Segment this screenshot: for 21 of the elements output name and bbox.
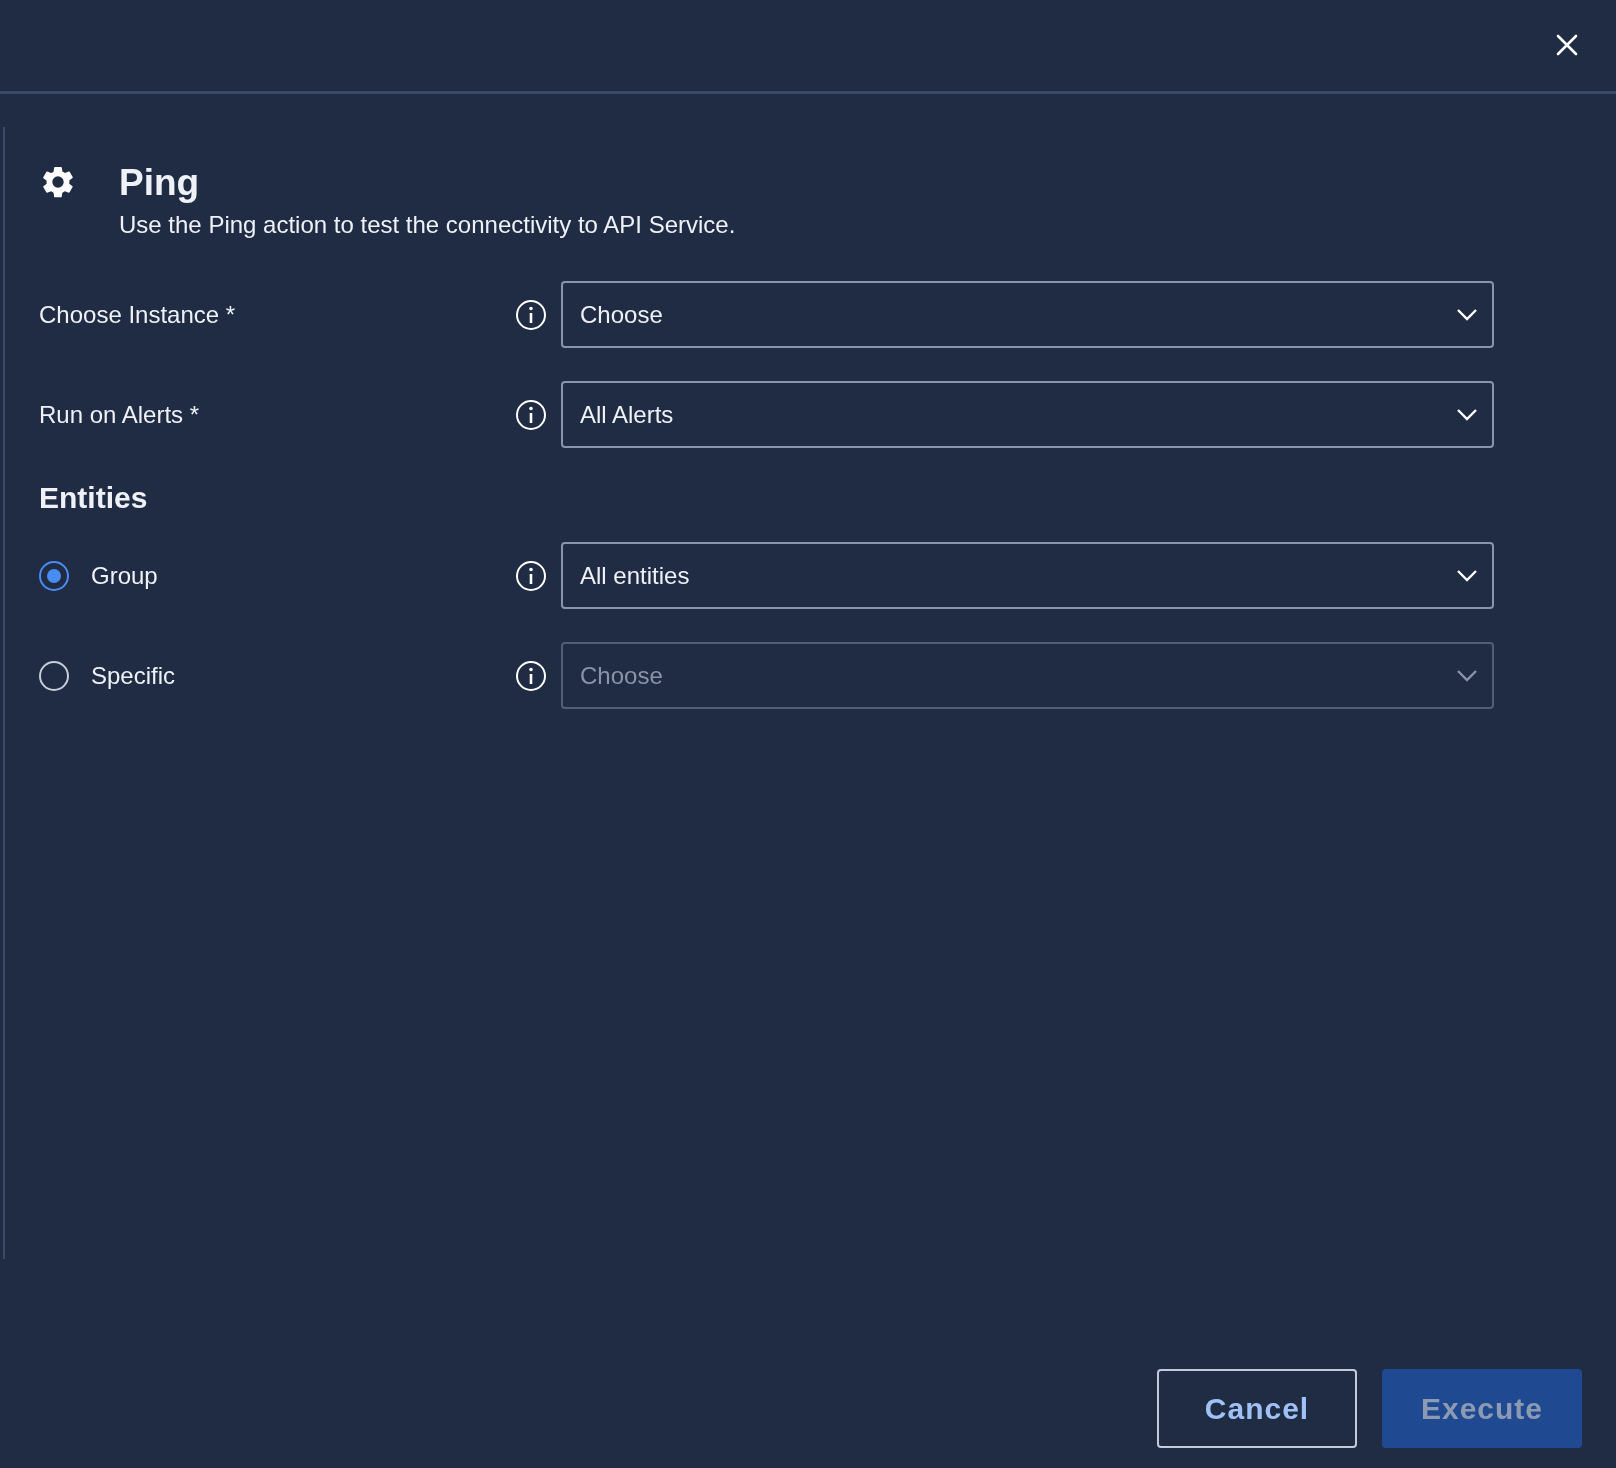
info-icon[interactable] <box>515 559 547 592</box>
field-label: Run on Alerts * <box>39 400 201 429</box>
info-icon[interactable] <box>515 298 547 331</box>
radio-label: Group <box>91 561 158 590</box>
dialog-title: Ping <box>119 161 201 205</box>
radio-label: Specific <box>91 661 176 690</box>
radio-button[interactable] <box>39 560 69 591</box>
cancel-button[interactable]: Cancel <box>1157 1369 1357 1448</box>
section-heading: Entities <box>39 481 149 515</box>
field-label: Choose Instance * <box>39 300 237 329</box>
chevron-icon <box>1456 307 1478 322</box>
close-icon <box>1556 34 1578 56</box>
dropdown[interactable]: Choose <box>561 281 1494 348</box>
dialog-description: Use the Ping action to test the connectivity to API Service. <box>119 210 736 240</box>
chevron-icon <box>1456 568 1478 583</box>
info-icon[interactable] <box>515 398 547 431</box>
chevron-icon <box>1456 407 1478 422</box>
dropdown[interactable]: All entities <box>561 542 1494 609</box>
dropdown[interactable]: All Alerts <box>561 381 1494 448</box>
chevron-icon <box>1456 668 1478 683</box>
info-icon[interactable] <box>515 659 547 692</box>
